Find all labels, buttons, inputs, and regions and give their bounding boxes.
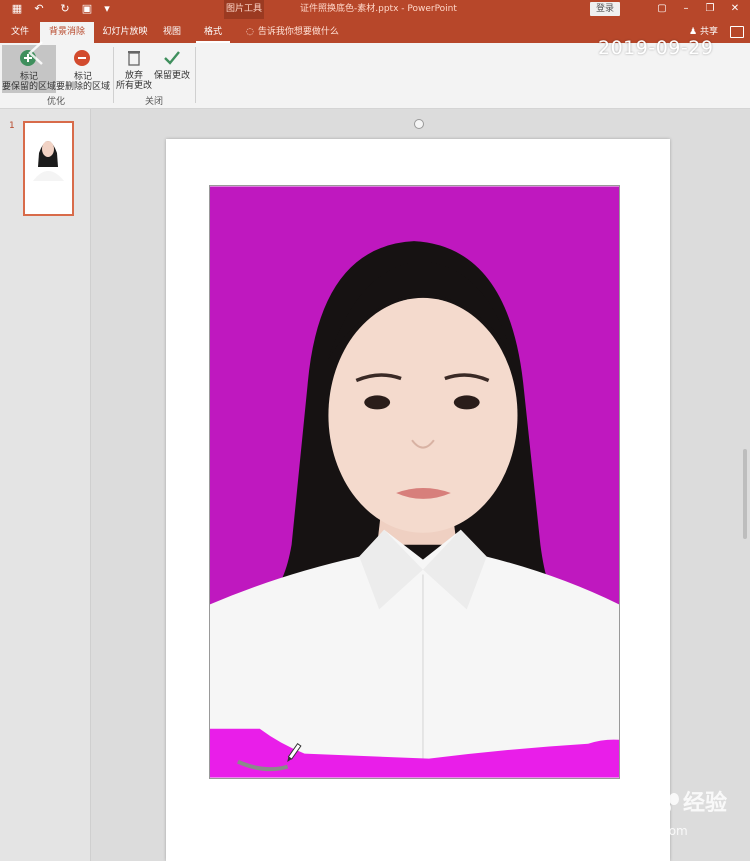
svg-text:经验: 经验 [683,790,727,816]
portrait-thumbnail [25,123,72,214]
save-icon[interactable]: ▦ [10,2,24,16]
ribbon-options-icon[interactable]: ▢ [654,2,670,16]
left-eye [364,395,391,410]
start-slideshow-icon[interactable]: ▣ [80,2,94,16]
discard-label-2: 所有更改 [116,81,153,91]
slide-editing-canvas [91,109,750,861]
minus-pencil-icon [74,50,90,66]
id-photo-background-removal[interactable] [209,185,620,779]
vertical-scrollbar[interactable] [743,449,747,539]
svg-text:jingyan.baidu.com: jingyan.baidu.com [576,824,688,838]
restore-icon[interactable]: ❐ [702,2,718,16]
paw-icon [645,786,679,815]
group-separator [195,47,196,103]
mark-keep-label-1: 标记 [19,72,38,82]
discard-label-1: 放弃 [124,71,143,81]
slide-thumbnail-pane: 1 [0,109,91,861]
back-arrow-icon[interactable] [22,38,52,68]
mark-keep-label-2: 要保留的区域 [2,82,57,92]
redo-icon[interactable]: ↻ [58,2,72,16]
mark-areas-to-remove-button[interactable]: 标记 要删除的区域 [56,45,110,93]
share-label: 共享 [699,27,718,37]
tell-me-search[interactable]: ◌ 告诉我你想要做什么 [246,22,339,43]
minimize-icon[interactable]: – [678,2,694,16]
customize-quick-access-icon[interactable]: ▾ [100,2,114,16]
mark-remove-label-2: 要删除的区域 [56,82,111,92]
keep-changes-button[interactable]: 保留更改 [152,45,192,93]
picture-tools-context-label: 图片工具 [224,0,264,19]
group-label-refine: 优化 [46,97,65,107]
tab-slideshow[interactable]: 幻灯片放映 [98,22,152,43]
slide-number: 1 [9,121,15,131]
checkmark-icon [164,51,180,65]
undo-icon[interactable]: ↶ [32,2,46,16]
lightbulb-icon: ◌ [246,27,254,37]
group-separator [113,47,114,103]
recycle-bin-icon [128,51,140,66]
keep-changes-label: 保留更改 [153,71,190,81]
discard-all-changes-button[interactable]: 放弃 所有更改 [116,45,152,93]
date-stamp: 2019-09-29 [598,37,714,59]
svg-text:Bai: Bai [575,784,628,819]
comments-icon[interactable] [730,26,744,38]
slide-thumbnail[interactable] [23,121,74,216]
baidu-jingyan-watermark: Bai 经验 jingyan.baidu.com [575,784,727,838]
group-label-close: 关闭 [144,97,163,107]
title-bar: ▦ ↶ ↻ ▣ ▾ 图片工具 证件照换底色-素材.pptx - PowerPoi… [0,0,750,19]
tab-format[interactable]: 格式 [196,22,230,43]
signin-button[interactable]: 登录 [590,2,620,16]
rotate-handle[interactable] [414,119,424,129]
tell-me-text: 告诉我你想要做什么 [257,27,339,37]
share-icon: ♟ [689,27,698,37]
mark-remove-label-1: 标记 [73,72,92,82]
tab-view[interactable]: 视图 [156,22,188,43]
close-icon[interactable]: ✕ [727,2,743,16]
window-title: 证件照换底色-素材.pptx - PowerPoint [300,4,457,14]
right-eye [453,395,480,410]
